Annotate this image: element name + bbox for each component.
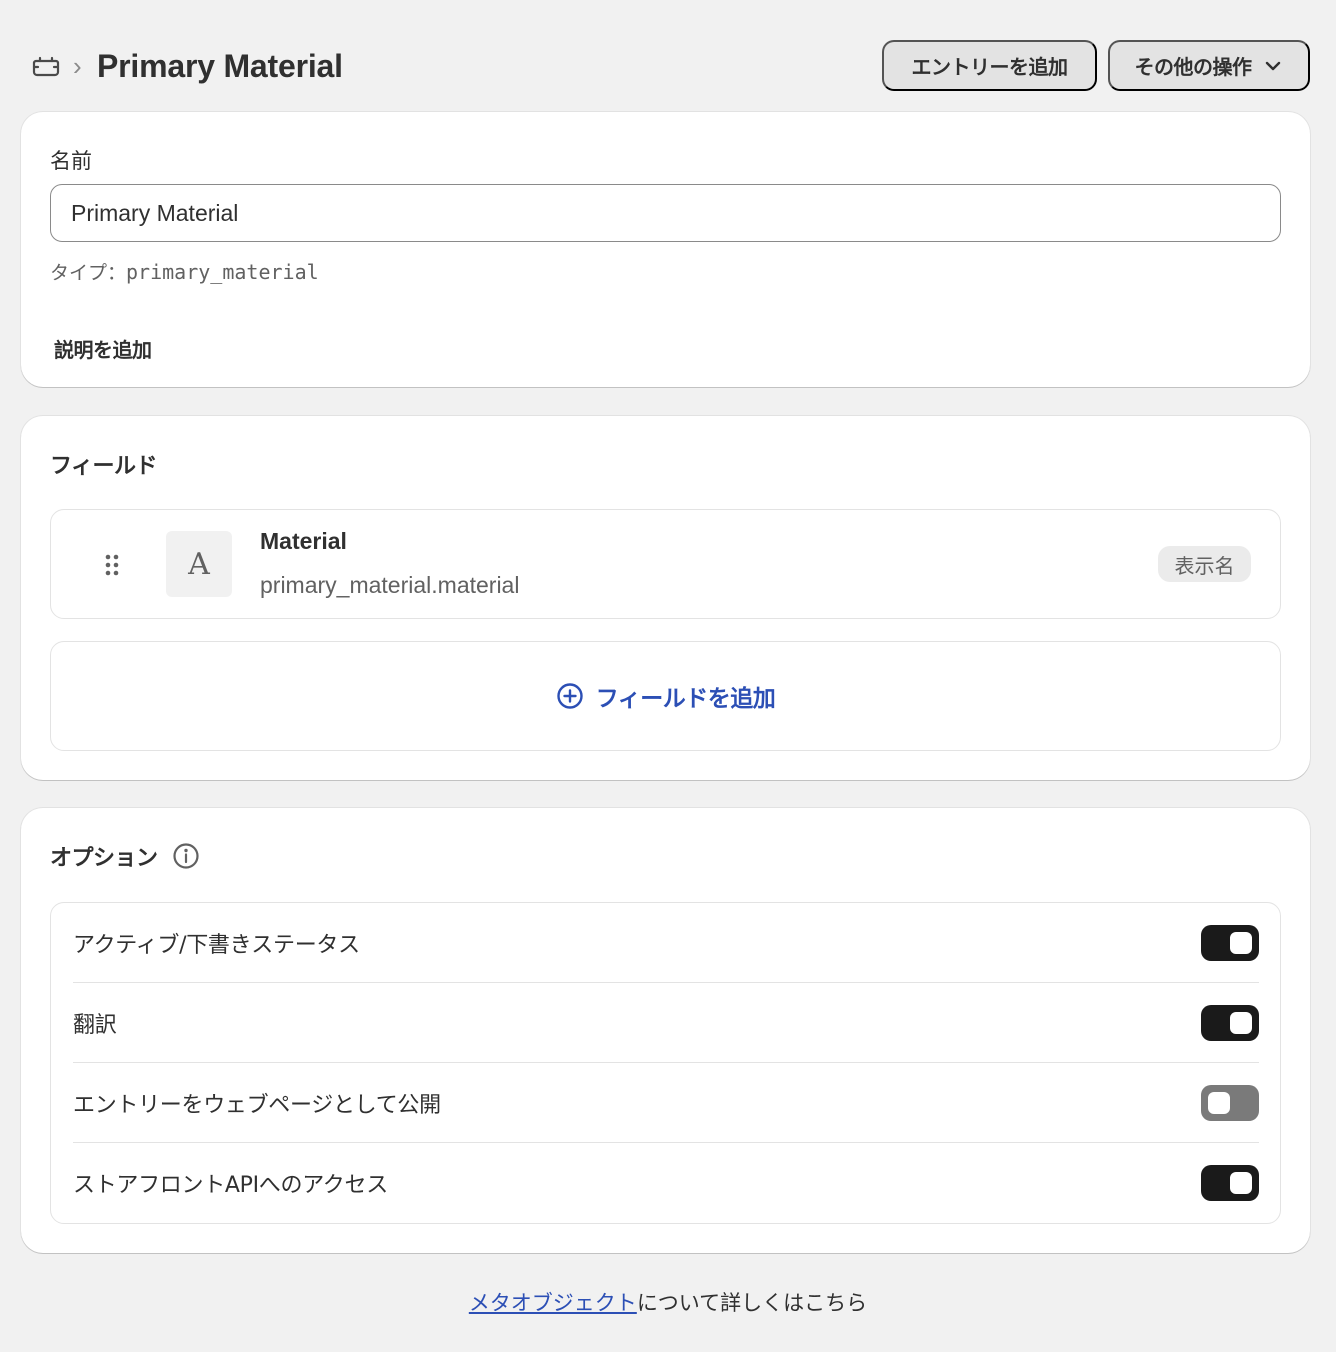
page-header: › Primary Material エントリーを追加 その他の操作	[0, 0, 1336, 112]
drag-handle-icon[interactable]	[101, 552, 123, 578]
field-name: Material	[260, 528, 347, 554]
definition-card: 名前 タイプ： primary_material 説明を追加	[21, 112, 1310, 387]
toggle-knob	[1230, 931, 1252, 954]
breadcrumb-separator: ›	[73, 51, 82, 81]
options-title: オプション	[50, 846, 158, 871]
plus-circle-icon	[557, 683, 583, 709]
add-description-button[interactable]: 説明を追加	[54, 334, 152, 363]
footer-suffix: について詳しくはこちら	[636, 1291, 868, 1315]
more-actions-button[interactable]: その他の操作	[1108, 40, 1310, 91]
metaobject-icon[interactable]	[30, 50, 62, 82]
fields-card: フィールド A Material primary_material.materi…	[21, 416, 1310, 780]
name-label: 名前	[50, 149, 92, 173]
field-row[interactable]: A Material primary_material.material 表示名	[50, 509, 1281, 619]
option-label: 翻訳	[73, 1012, 117, 1038]
field-key: primary_material.material	[260, 572, 520, 598]
option-row-storefront-api: ストアフロントAPIへのアクセス	[73, 1143, 1259, 1223]
display-name-badge: 表示名	[1158, 546, 1251, 582]
more-actions-button-label: その他の操作	[1134, 55, 1253, 79]
options-header: オプション	[50, 840, 200, 872]
option-row-webpage: エントリーをウェブページとして公開	[73, 1063, 1259, 1143]
option-label: ストアフロントAPIへのアクセス	[73, 1173, 388, 1198]
footer-help: メタオブジェクトについて詳しくはこちら	[0, 1287, 1336, 1317]
chevron-down-icon	[1265, 61, 1280, 70]
option-label: エントリーをウェブページとして公開	[73, 1092, 441, 1118]
options-list: アクティブ/下書きステータス 翻訳 エントリーをウェブページとして公開 ストアフ…	[50, 902, 1281, 1224]
add-entry-button[interactable]: エントリーを追加	[882, 40, 1097, 91]
toggle-knob	[1208, 1091, 1230, 1114]
toggle-knob	[1230, 1011, 1252, 1034]
webpage-toggle[interactable]	[1201, 1084, 1259, 1121]
add-field-button[interactable]: フィールドを追加	[50, 641, 1281, 751]
info-icon[interactable]	[172, 842, 200, 870]
toggle-knob	[1230, 1172, 1252, 1194]
fields-title: フィールド	[50, 454, 158, 479]
type-line: タイプ： primary_material	[50, 258, 319, 285]
metaobject-help-link[interactable]: メタオブジェクト	[469, 1291, 637, 1315]
options-card: オプション アクティブ/下書きステータス 翻訳 エントリーをウェブページとして公…	[21, 808, 1310, 1253]
status-toggle[interactable]	[1201, 924, 1259, 961]
option-label: アクティブ/下書きステータス	[73, 932, 360, 958]
type-value: primary_material	[126, 259, 319, 284]
page-title: Primary Material	[97, 48, 343, 84]
option-row-status: アクティブ/下書きステータス	[73, 903, 1259, 983]
add-field-label: フィールドを追加	[595, 686, 776, 712]
translation-toggle[interactable]	[1201, 1004, 1259, 1041]
name-input[interactable]	[50, 184, 1281, 242]
option-row-translation: 翻訳	[73, 983, 1259, 1063]
storefront-api-toggle[interactable]	[1201, 1165, 1259, 1201]
type-label: タイプ：	[50, 262, 127, 284]
add-entry-button-label: エントリーを追加	[911, 55, 1069, 79]
text-type-icon: A	[166, 531, 232, 597]
